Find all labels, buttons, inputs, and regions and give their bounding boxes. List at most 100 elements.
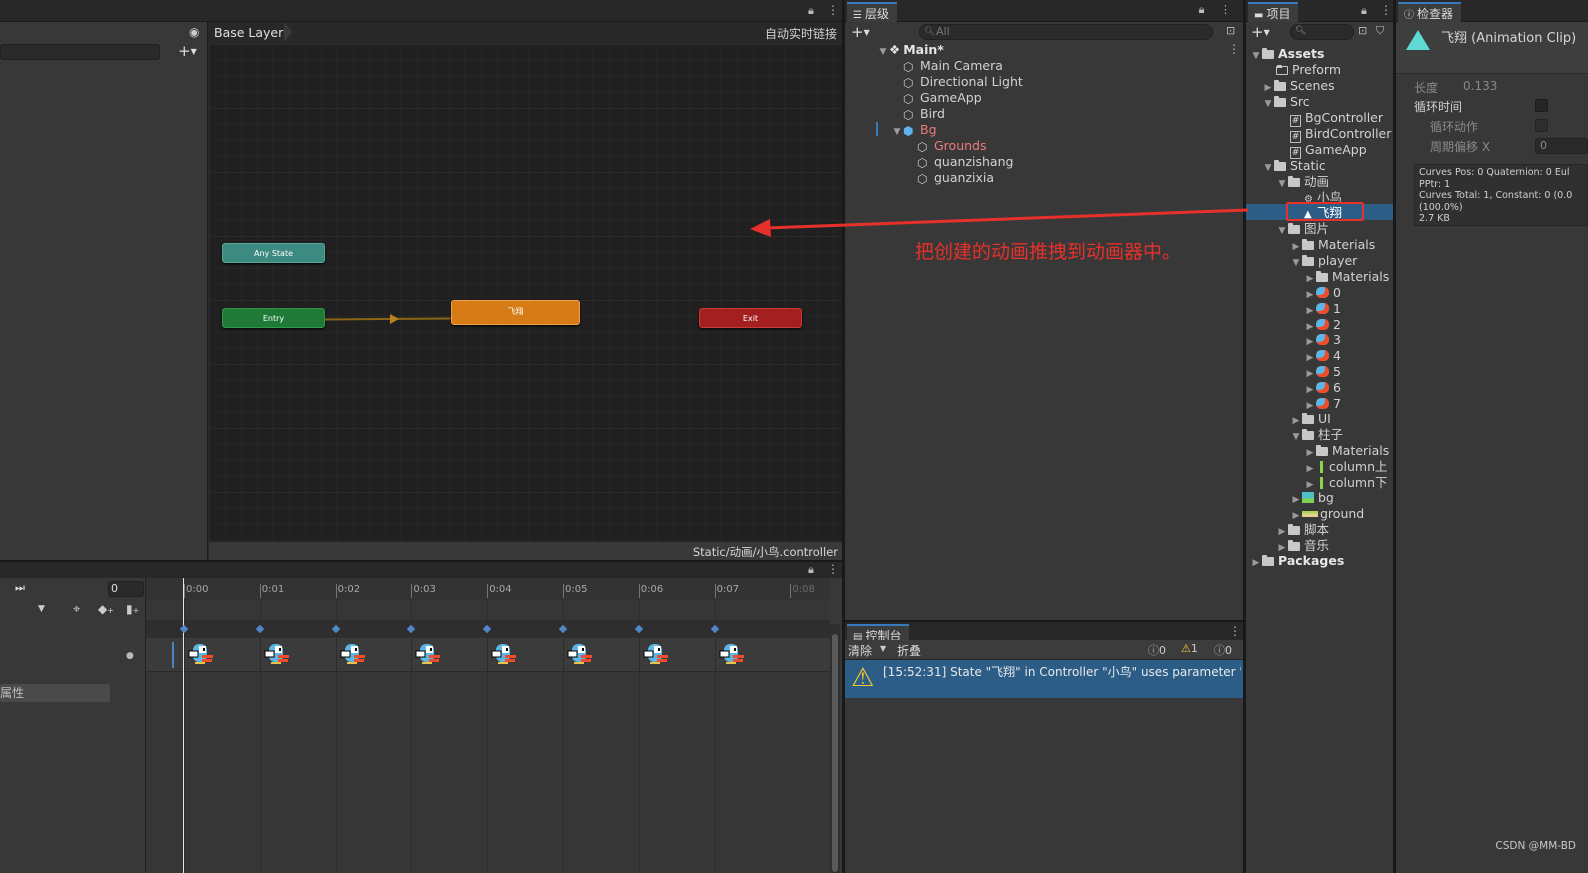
hierarchy-item[interactable]: ⬡ Main Camera: [903, 58, 1003, 74]
add-property-button[interactable]: 属性: [0, 684, 110, 702]
exit-node[interactable]: Exit: [699, 308, 802, 328]
any-state-node[interactable]: Any State: [222, 243, 325, 263]
scene-menu-icon[interactable]: ⋮: [1228, 42, 1240, 56]
filter-type-icon[interactable]: ⊡: [1358, 24, 1367, 37]
project-item[interactable]: # BgController: [1290, 110, 1383, 127]
project-item[interactable]: ▶ 1: [1304, 301, 1341, 317]
eye-icon[interactable]: ◉: [189, 25, 199, 39]
hierarchy-item[interactable]: ⬡ Bird: [903, 106, 945, 122]
project-item[interactable]: ▶ Scenes: [1262, 78, 1335, 94]
auto-live-link-button[interactable]: 自动实时链接: [765, 25, 837, 42]
clear-button[interactable]: 清除: [848, 642, 872, 659]
project-item[interactable]: ▶ 5: [1304, 364, 1341, 380]
project-item[interactable]: ▶ 音乐: [1276, 538, 1329, 554]
expand-arrow-icon[interactable]: ▼: [877, 44, 889, 60]
state-machine-graph[interactable]: [209, 44, 842, 542]
project-item[interactable]: ▶ Materials: [1290, 237, 1376, 253]
add-parameter-button[interactable]: +▼: [178, 43, 197, 60]
project-item[interactable]: ▼ Src: [1262, 94, 1310, 110]
project-item[interactable]: ▶ column下: [1304, 475, 1388, 491]
bird-sprite-icon[interactable]: [263, 641, 291, 667]
error-count-toggle[interactable]: ⓘ0: [1214, 642, 1232, 658]
lock-icon[interactable]: 🔒︎ ⋮: [1199, 3, 1237, 17]
loop-time-checkbox[interactable]: [1535, 99, 1548, 112]
expand-arrow-icon[interactable]: ▼: [1276, 176, 1288, 192]
clip-dropdown-icon[interactable]: ▼: [38, 604, 45, 614]
bird-sprite-icon[interactable]: [490, 641, 518, 667]
expand-arrow-icon[interactable]: ▼: [1262, 96, 1274, 112]
project-item[interactable]: ▼ player: [1290, 253, 1358, 271]
hierarchy-item-bg[interactable]: ▼ ⬢ Bg: [891, 122, 937, 138]
bird-sprite-icon[interactable]: [187, 641, 215, 667]
expand-arrow-icon[interactable]: ▼: [1290, 255, 1302, 271]
project-item-feixiang[interactable]: ▲ 飞翔: [1304, 205, 1342, 221]
lock-icon[interactable]: 🔒︎: [808, 563, 814, 577]
project-item[interactable]: ▼ 图片: [1276, 221, 1329, 237]
filter-label-icon[interactable]: ⛉: [1376, 24, 1384, 38]
project-item[interactable]: ▶ 3: [1304, 332, 1341, 348]
tab-inspector[interactable]: ⓘ 检查器: [1398, 2, 1462, 22]
expand-arrow-icon[interactable]: ▼: [1290, 429, 1302, 445]
scene-row[interactable]: ▼ ❖ Main*: [877, 42, 1243, 58]
warning-count-toggle[interactable]: ⚠1: [1181, 642, 1198, 655]
project-item[interactable]: ▼ 动画: [1276, 174, 1329, 190]
project-item[interactable]: ▶ ground: [1290, 506, 1365, 522]
project-item[interactable]: ▶ UI: [1290, 411, 1331, 427]
tab-project[interactable]: ▬ 项目: [1248, 2, 1299, 22]
project-item[interactable]: ▶ column上: [1304, 459, 1388, 475]
project-item[interactable]: ▶ 脚本: [1276, 522, 1329, 538]
expand-arrow-icon[interactable]: ▼: [1262, 160, 1274, 176]
cycle-offset-input[interactable]: 0: [1535, 138, 1588, 154]
hierarchy-item[interactable]: ⬡ GameApp: [903, 90, 982, 106]
fly-state-node[interactable]: 飞翔: [451, 300, 580, 325]
project-item[interactable]: ▼ 柱子: [1290, 427, 1343, 443]
project-item[interactable]: ▶ 0: [1304, 285, 1341, 301]
expand-arrow-icon[interactable]: ▼: [1276, 223, 1288, 239]
add-object-button[interactable]: +▼: [851, 23, 870, 41]
bird-sprite-icon[interactable]: [414, 641, 442, 667]
create-asset-button[interactable]: +▼: [1251, 23, 1270, 41]
menu-dots-icon[interactable]: ⋮: [1229, 624, 1241, 638]
info-count-toggle[interactable]: ⓘ0: [1148, 642, 1166, 658]
project-item-packages[interactable]: ▶ Packages: [1250, 553, 1345, 571]
menu-dots-icon[interactable]: ⋮: [1380, 3, 1392, 17]
hierarchy-search-input[interactable]: 🔍︎ All: [919, 24, 1213, 40]
parameter-search-input[interactable]: [0, 44, 160, 60]
search-options-icon[interactable]: ⊡: [1226, 24, 1235, 37]
clear-dropdown-icon[interactable]: ▼: [880, 644, 886, 653]
layer-breadcrumb[interactable]: Base Layer: [214, 25, 283, 40]
hierarchy-item[interactable]: ⬡ guanzixia: [917, 170, 994, 186]
project-item[interactable]: ▶ Materials: [1304, 269, 1390, 285]
add-keyframe-icon[interactable]: ⌖: [73, 602, 80, 617]
lock-icon[interactable]: 🔒︎: [808, 4, 814, 18]
hierarchy-item[interactable]: ⬡ quanzishang: [917, 154, 1013, 170]
project-item[interactable]: ▶ 4: [1304, 348, 1341, 364]
add-event-icon[interactable]: ▮+: [126, 602, 139, 616]
collapse-arrow-icon[interactable]: ▶: [1250, 555, 1262, 571]
project-item[interactable]: Preform: [1276, 62, 1341, 78]
expand-arrow-icon[interactable]: ▼: [1250, 48, 1262, 64]
last-frame-icon[interactable]: ⏭: [15, 581, 25, 595]
project-item[interactable]: ▶ 6: [1304, 380, 1341, 396]
frame-input[interactable]: 0: [108, 581, 144, 597]
lock-icon[interactable]: 🔒︎: [1361, 4, 1367, 18]
collapse-button[interactable]: 折叠: [897, 642, 921, 659]
project-item[interactable]: ▶ 2: [1304, 317, 1341, 333]
loop-pose-checkbox[interactable]: [1535, 119, 1548, 132]
menu-dots-icon[interactable]: ⋮: [827, 3, 839, 17]
project-search-input[interactable]: 🔍︎: [1290, 24, 1354, 40]
bird-sprite-icon[interactable]: [642, 641, 670, 667]
project-item[interactable]: ▶ bg: [1290, 490, 1334, 506]
expand-arrow-icon[interactable]: ▼: [891, 124, 903, 140]
hierarchy-item[interactable]: ⬡ Directional Light: [903, 74, 1023, 90]
tab-hierarchy[interactable]: ☰ 层级: [847, 2, 897, 22]
timeline-scroll-thumb[interactable]: [832, 634, 838, 872]
project-item[interactable]: ▶ Materials: [1304, 443, 1390, 459]
project-item-assets[interactable]: ▼ Assets: [1250, 46, 1325, 64]
entry-node[interactable]: Entry: [222, 308, 325, 328]
hierarchy-item-grounds[interactable]: ⬡ Grounds: [917, 138, 987, 154]
add-key-icon[interactable]: ◆+: [98, 602, 114, 616]
project-item[interactable]: # BirdController: [1290, 126, 1391, 143]
project-item[interactable]: ▼ Static: [1262, 158, 1326, 174]
bird-sprite-icon[interactable]: [339, 641, 367, 667]
